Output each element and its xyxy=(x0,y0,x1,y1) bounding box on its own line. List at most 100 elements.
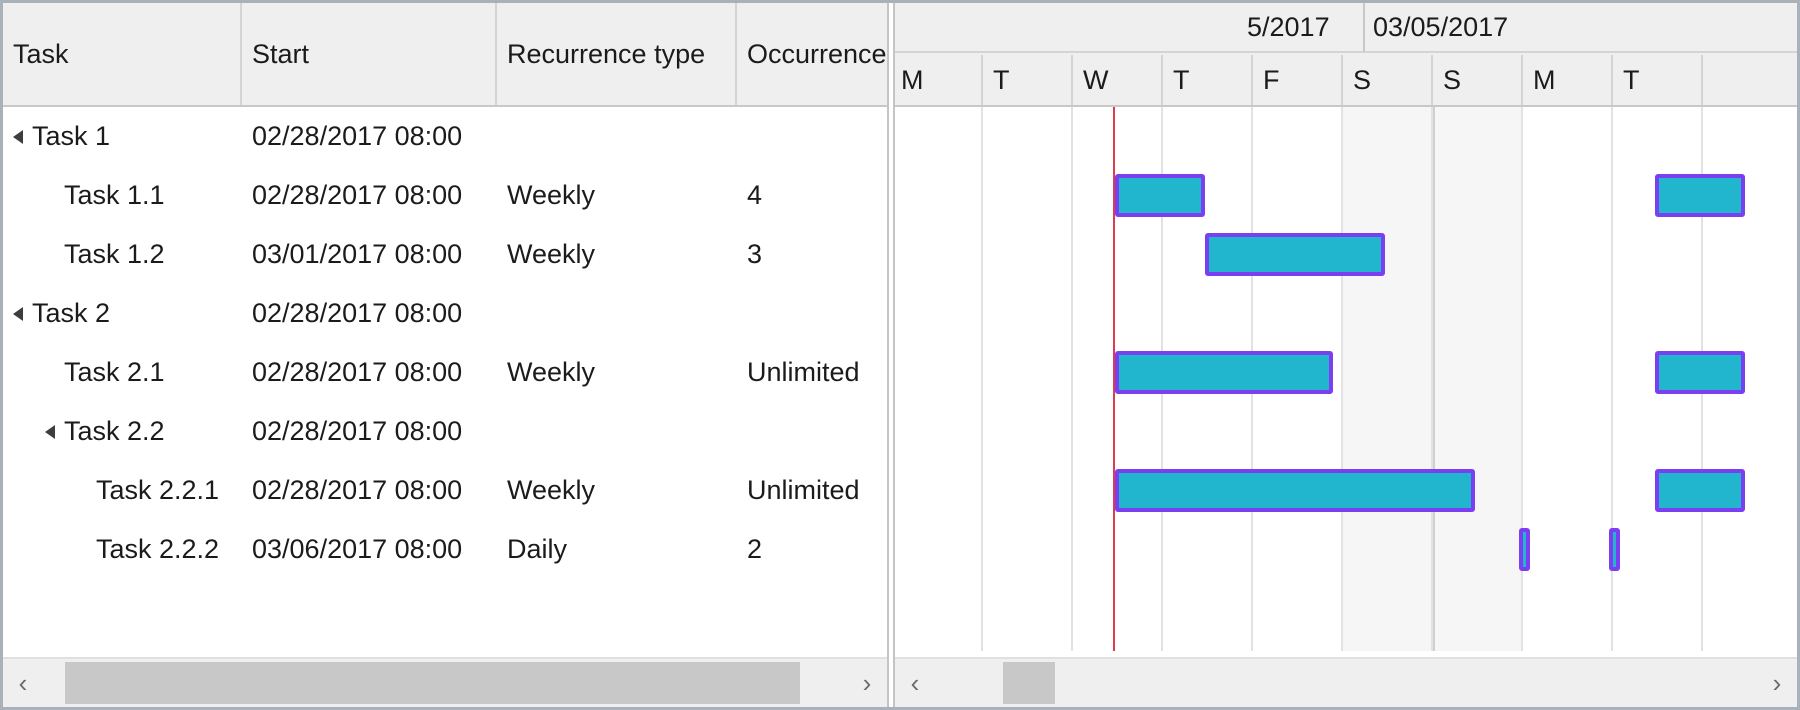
column-header-label: Start xyxy=(252,38,310,69)
timeline-day-label: T xyxy=(1623,64,1640,95)
timeline-scroll-thumb[interactable] xyxy=(1003,662,1055,704)
cell-start-value: 02/28/2017 08:00 xyxy=(252,298,463,328)
task-name-label: Task 2.1 xyxy=(64,357,165,387)
cell-start-value: 02/28/2017 08:00 xyxy=(252,475,463,505)
tree-grid-body: Task 1 02/28/2017 08:00 Task 1.1 02/28/2017… xyxy=(3,107,887,651)
task-name-label: Task 2.2 xyxy=(64,416,165,446)
cell-occurrence-value: Unlimited xyxy=(747,475,860,505)
cell-recurrence-type[interactable]: Weekly xyxy=(497,461,737,520)
cell-occurrence[interactable]: Unlimited xyxy=(737,461,887,520)
cell-task-name[interactable]: Task 1 xyxy=(3,107,242,166)
grid-scroll-thumb[interactable] xyxy=(65,662,800,704)
gantt-task-bar[interactable] xyxy=(1115,351,1333,394)
timeline-day-label: T xyxy=(1173,64,1190,95)
cell-start[interactable]: 02/28/2017 08:00 xyxy=(242,166,497,225)
cell-task-name[interactable]: Task 1.2 xyxy=(3,225,242,284)
cell-task-name[interactable]: Task 2.2.2 xyxy=(3,520,242,579)
cell-occurrence-value: 4 xyxy=(747,180,763,210)
gantt-task-bar[interactable] xyxy=(1519,528,1530,571)
cell-start[interactable]: 03/06/2017 08:00 xyxy=(242,520,497,579)
cell-recurrence-type-value: Weekly xyxy=(507,180,596,210)
cell-recurrence-type-value: Weekly xyxy=(507,475,596,505)
cell-start[interactable]: 02/28/2017 08:00 xyxy=(242,107,497,166)
column-header-occurrence[interactable]: Occurrence xyxy=(737,3,887,105)
table-row[interactable]: Task 1.1 02/28/2017 08:00 Weekly 4 xyxy=(3,166,887,225)
timeline-pane: 5/2017 03/05/2017 M T W T F S S M T ‹ › xyxy=(895,3,1797,707)
timeline-body xyxy=(895,107,1797,651)
gantt-task-bar[interactable] xyxy=(1115,469,1475,512)
table-row[interactable]: Task 1.2 03/01/2017 08:00 Weekly 3 xyxy=(3,225,887,284)
cell-task-name[interactable]: Task 2.2 xyxy=(3,402,242,461)
timeline-day-header: M xyxy=(895,55,983,105)
cell-task-name[interactable]: Task 2.2.1 xyxy=(3,461,242,520)
table-row[interactable]: Task 2.2 02/28/2017 08:00 xyxy=(3,402,887,461)
column-header-task[interactable]: Task xyxy=(3,3,242,105)
timeline-scroll-track[interactable] xyxy=(935,659,1757,707)
timeline-week-header: 03/05/2017 xyxy=(1365,3,1797,53)
cell-recurrence-type[interactable] xyxy=(497,284,737,343)
table-row[interactable]: Task 2.1 02/28/2017 08:00 Weekly Unlimited xyxy=(3,343,887,402)
timeline-day-label: M xyxy=(1533,64,1556,95)
gantt-task-bar[interactable] xyxy=(1205,233,1385,276)
cell-start[interactable]: 02/28/2017 08:00 xyxy=(242,461,497,520)
timeline-week-header: 5/2017 xyxy=(895,3,1365,53)
grid-scroll-track[interactable] xyxy=(43,659,847,707)
timeline-day-header: M xyxy=(1523,55,1613,105)
cell-task-name[interactable]: Task 2.1 xyxy=(3,343,242,402)
table-row[interactable]: Task 2.2.2 03/06/2017 08:00 Daily 2 xyxy=(3,520,887,579)
cell-recurrence-type[interactable] xyxy=(497,107,737,166)
grid-scroll-left-arrow[interactable]: ‹ xyxy=(3,659,43,707)
column-header-label: Occurrence xyxy=(747,38,887,69)
table-row[interactable]: Task 1 02/28/2017 08:00 xyxy=(3,107,887,166)
cell-start[interactable]: 02/28/2017 08:00 xyxy=(242,284,497,343)
cell-recurrence-type[interactable]: Weekly xyxy=(497,225,737,284)
cell-occurrence[interactable]: 3 xyxy=(737,225,887,284)
cell-start[interactable]: 03/01/2017 08:00 xyxy=(242,225,497,284)
cell-recurrence-type[interactable] xyxy=(497,402,737,461)
table-row[interactable]: Task 2 02/28/2017 08:00 xyxy=(3,284,887,343)
cell-start-value: 03/01/2017 08:00 xyxy=(252,239,463,269)
cell-occurrence[interactable]: 4 xyxy=(737,166,887,225)
gantt-chart-window: Task Start Recurrence type Occurrence Task … xyxy=(0,0,1800,710)
gantt-task-bar[interactable] xyxy=(1609,528,1620,571)
timeline-day-column xyxy=(895,107,983,651)
cell-start[interactable]: 02/28/2017 08:00 xyxy=(242,343,497,402)
cell-recurrence-type-value: Weekly xyxy=(507,239,596,269)
gantt-task-bar[interactable] xyxy=(1655,351,1745,394)
gantt-task-bar[interactable] xyxy=(1655,469,1745,512)
cell-occurrence[interactable]: Unlimited xyxy=(737,343,887,402)
cell-occurrence-value: 3 xyxy=(747,239,763,269)
table-row[interactable]: Task 2.2.1 02/28/2017 08:00 Weekly Unlimite… xyxy=(3,461,887,520)
cell-start-value: 02/28/2017 08:00 xyxy=(252,121,463,151)
expand-collapse-triangle-icon[interactable] xyxy=(13,129,23,144)
cell-task-name[interactable]: Task 2 xyxy=(3,284,242,343)
grid-scroll-right-arrow[interactable]: › xyxy=(847,659,887,707)
timeline-horizontal-scrollbar[interactable]: ‹ › xyxy=(895,657,1797,707)
cell-occurrence[interactable]: 2 xyxy=(737,520,887,579)
cell-occurrence[interactable] xyxy=(737,284,887,343)
cell-start-value: 02/28/2017 08:00 xyxy=(252,416,463,446)
cell-occurrence[interactable] xyxy=(737,107,887,166)
cell-start[interactable]: 02/28/2017 08:00 xyxy=(242,402,497,461)
gantt-task-bar[interactable] xyxy=(1115,174,1205,217)
column-header-recurrence_type[interactable]: Recurrence type xyxy=(497,3,737,105)
cell-occurrence[interactable] xyxy=(737,402,887,461)
pane-splitter[interactable] xyxy=(887,3,895,707)
gantt-task-bar[interactable] xyxy=(1655,174,1745,217)
expand-collapse-triangle-icon[interactable] xyxy=(45,424,55,439)
timeline-header: 5/2017 03/05/2017 M T W T F S S M T xyxy=(895,3,1797,107)
cell-start-value: 02/28/2017 08:00 xyxy=(252,357,463,387)
cell-occurrence-value: Unlimited xyxy=(747,357,860,387)
expand-collapse-triangle-icon[interactable] xyxy=(13,306,23,321)
column-header-start[interactable]: Start xyxy=(242,3,497,105)
cell-start-value: 02/28/2017 08:00 xyxy=(252,180,463,210)
timeline-scroll-left-arrow[interactable]: ‹ xyxy=(895,659,935,707)
cell-recurrence-type[interactable]: Weekly xyxy=(497,166,737,225)
grid-horizontal-scrollbar[interactable]: ‹ › xyxy=(3,657,887,707)
cell-recurrence-type[interactable]: Daily xyxy=(497,520,737,579)
cell-recurrence-type[interactable]: Weekly xyxy=(497,343,737,402)
timeline-scroll-right-arrow[interactable]: › xyxy=(1757,659,1797,707)
cell-task-name[interactable]: Task 1.1 xyxy=(3,166,242,225)
timeline-day-header: T xyxy=(1163,55,1253,105)
timeline-week-label: 03/05/2017 xyxy=(1373,11,1509,42)
